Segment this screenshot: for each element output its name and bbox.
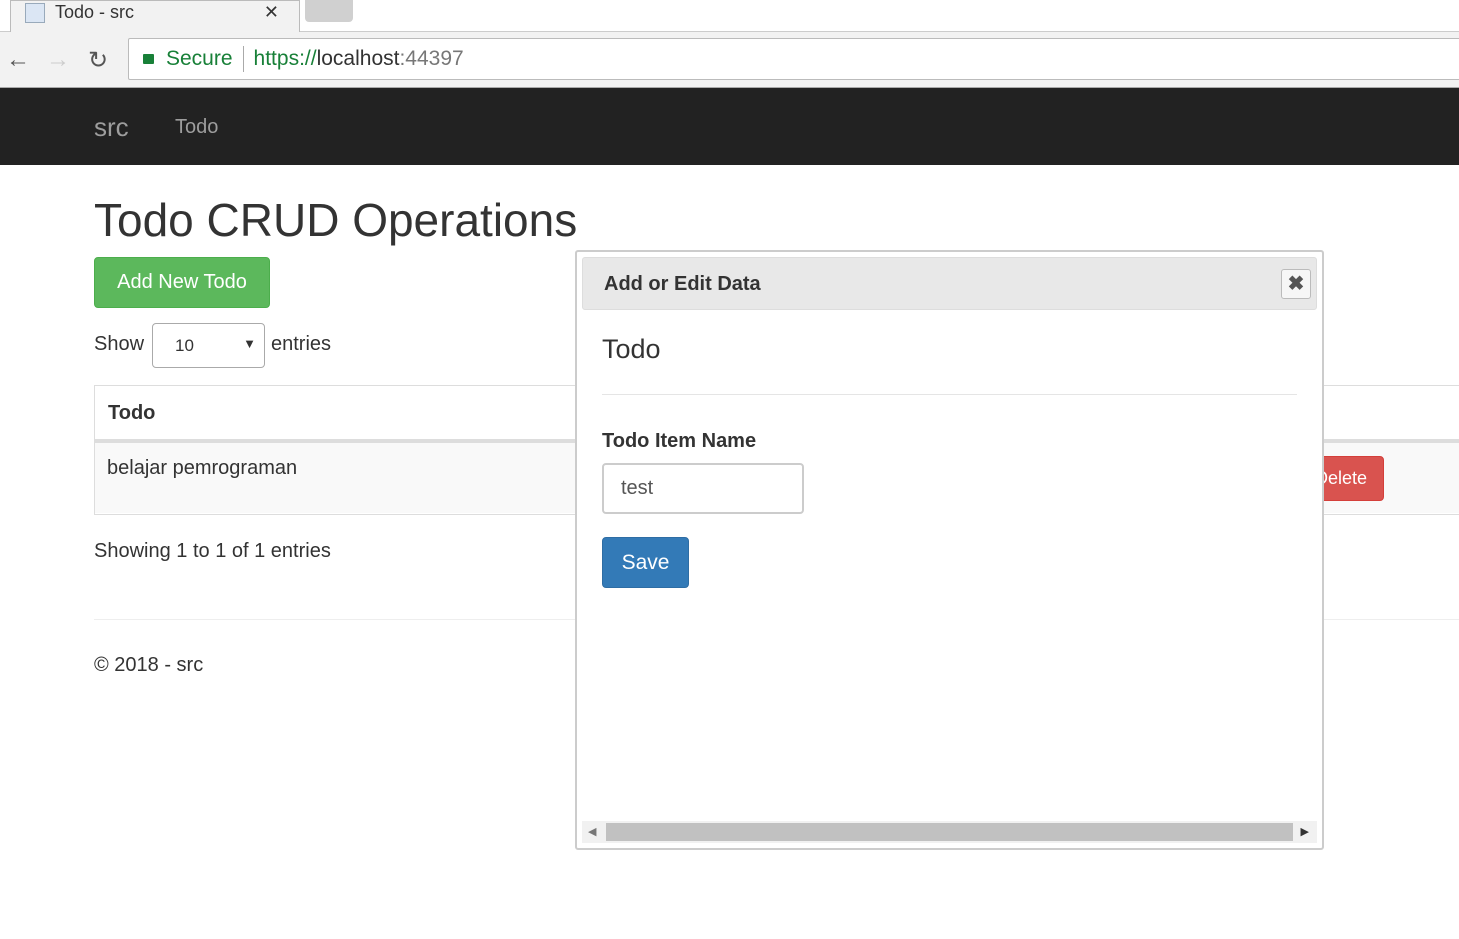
add-edit-dialog: Add or Edit Data ✖ Todo Todo Item Name S… xyxy=(575,250,1324,850)
table-info: Showing 1 to 1 of 1 entries xyxy=(94,540,331,562)
divider xyxy=(602,394,1297,395)
reload-icon[interactable]: ↻ xyxy=(88,46,108,75)
dialog-header[interactable]: Add or Edit Data ✖ xyxy=(582,257,1317,310)
footer-text: © 2018 - src xyxy=(94,654,204,676)
dialog-subtitle: Todo xyxy=(602,334,661,364)
todo-item-name-label: Todo Item Name xyxy=(602,430,757,452)
show-label: Show xyxy=(94,333,145,355)
save-button[interactable]: Save xyxy=(602,537,689,588)
url-port: :44397 xyxy=(399,47,464,70)
close-icon[interactable]: ✖ xyxy=(1281,269,1311,299)
lock-icon xyxy=(143,54,154,64)
page-size-select[interactable]: 10 ▼ xyxy=(152,323,265,368)
browser-tab-bar: Todo - src ✕ xyxy=(0,0,1459,32)
nav-link-todo[interactable]: Todo xyxy=(175,116,218,139)
add-new-todo-button[interactable]: Add New Todo xyxy=(94,257,270,308)
tab-title: Todo - src xyxy=(55,2,135,22)
url-scheme: https:// xyxy=(253,47,317,70)
page-title: Todo CRUD Operations xyxy=(94,194,578,246)
navbar-brand[interactable]: src xyxy=(94,112,129,143)
entries-label: entries xyxy=(271,333,332,355)
scroll-right-icon[interactable]: ▶ xyxy=(1301,825,1309,838)
scrollbar-thumb[interactable] xyxy=(606,823,1293,841)
todo-cell: belajar pemrograman xyxy=(107,457,298,479)
url-input[interactable]: Secure https://localhost:44397 xyxy=(128,38,1459,80)
back-icon[interactable]: ← xyxy=(6,46,30,74)
todo-item-name-input[interactable] xyxy=(602,463,804,514)
close-tab-icon[interactable]: ✕ xyxy=(264,1,279,23)
dialog-title: Add or Edit Data xyxy=(604,273,761,295)
scroll-left-icon[interactable]: ◀ xyxy=(588,825,596,838)
address-bar-row: ← → ↻ Secure https://localhost:44397 xyxy=(0,32,1459,88)
navbar: src Todo xyxy=(0,88,1459,165)
page-icon xyxy=(25,3,45,23)
browser-tab[interactable]: Todo - src ✕ xyxy=(10,0,300,32)
url-host: localhost xyxy=(316,47,400,70)
page-size-value: 10 xyxy=(175,336,194,355)
dropdown-arrow-icon: ▼ xyxy=(243,336,256,351)
new-tab-button[interactable] xyxy=(305,0,353,22)
secure-label: Secure xyxy=(166,47,233,70)
horizontal-scrollbar[interactable]: ◀ ▶ xyxy=(582,821,1317,843)
forward-icon[interactable]: → xyxy=(46,46,70,74)
